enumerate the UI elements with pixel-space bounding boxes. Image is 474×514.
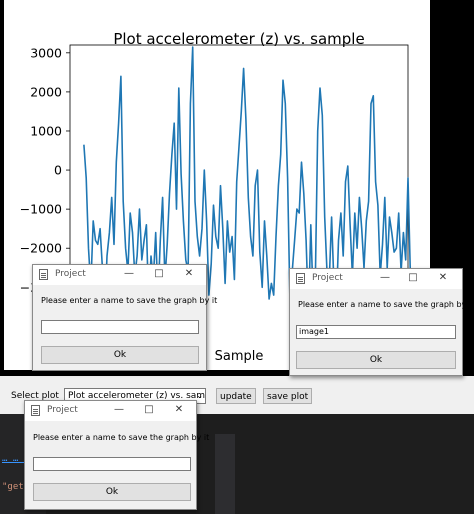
save-plot-button[interactable]: save plot	[263, 388, 313, 404]
filename-input[interactable]: image1	[296, 325, 456, 339]
filename-input[interactable]	[33, 457, 191, 471]
dialog-title: Project	[47, 405, 78, 415]
app-icon	[31, 405, 40, 416]
close-icon[interactable]: ✕	[172, 403, 186, 417]
close-icon[interactable]: ✕	[182, 267, 196, 281]
editor-code-line: "get	[2, 482, 24, 492]
y-tick-label: 2000	[30, 84, 62, 99]
dialog-message: Please enter a name to save the graph by…	[33, 433, 210, 442]
ok-button[interactable]: Ok	[33, 483, 191, 501]
save-dialog-1: Project — □ ✕ Please enter a name to sav…	[32, 264, 217, 371]
minimize-icon[interactable]: —	[112, 403, 126, 417]
app-icon	[296, 273, 305, 284]
dialog-title-bar: Project — □ ✕	[290, 269, 462, 289]
dialog-title: Project	[55, 269, 86, 279]
editor-string-token: get	[7, 482, 24, 492]
save-dialog-3: Project — □ ✕ Please enter a name to sav…	[24, 400, 209, 510]
update-button[interactable]: update	[216, 388, 256, 404]
y-tick-label: 0	[54, 163, 62, 178]
minimize-icon[interactable]: —	[378, 271, 392, 285]
maximize-icon[interactable]: □	[142, 403, 156, 417]
dialog-title-bar: Project — □ ✕	[33, 265, 206, 285]
y-tick-label: −1000	[20, 202, 62, 217]
maximize-icon[interactable]: □	[406, 271, 420, 285]
x-axis-label: Sample	[215, 349, 264, 364]
minimize-icon[interactable]: —	[122, 267, 136, 281]
maximize-icon[interactable]: □	[152, 267, 166, 281]
app-icon	[39, 269, 48, 280]
dialog-message: Please enter a name to save the graph by…	[41, 296, 218, 305]
save-dialog-2: Project — □ ✕ Please enter a name to sav…	[289, 268, 474, 376]
close-icon[interactable]: ✕	[436, 271, 450, 285]
chevron-down-icon[interactable]: ⌄	[196, 389, 203, 403]
dialog-title: Project	[312, 273, 343, 283]
dialog-title-bar: Project — □ ✕	[25, 401, 196, 421]
editor-minimap	[215, 434, 235, 514]
filename-input[interactable]	[41, 320, 199, 334]
ok-button[interactable]: Ok	[296, 351, 456, 369]
y-tick-label: −2000	[20, 241, 62, 256]
y-tick-label: 3000	[30, 45, 62, 60]
dialog-message: Please enter a name to save the graph by…	[298, 300, 474, 309]
y-tick-label: 1000	[30, 123, 62, 138]
ok-button[interactable]: Ok	[41, 346, 199, 364]
